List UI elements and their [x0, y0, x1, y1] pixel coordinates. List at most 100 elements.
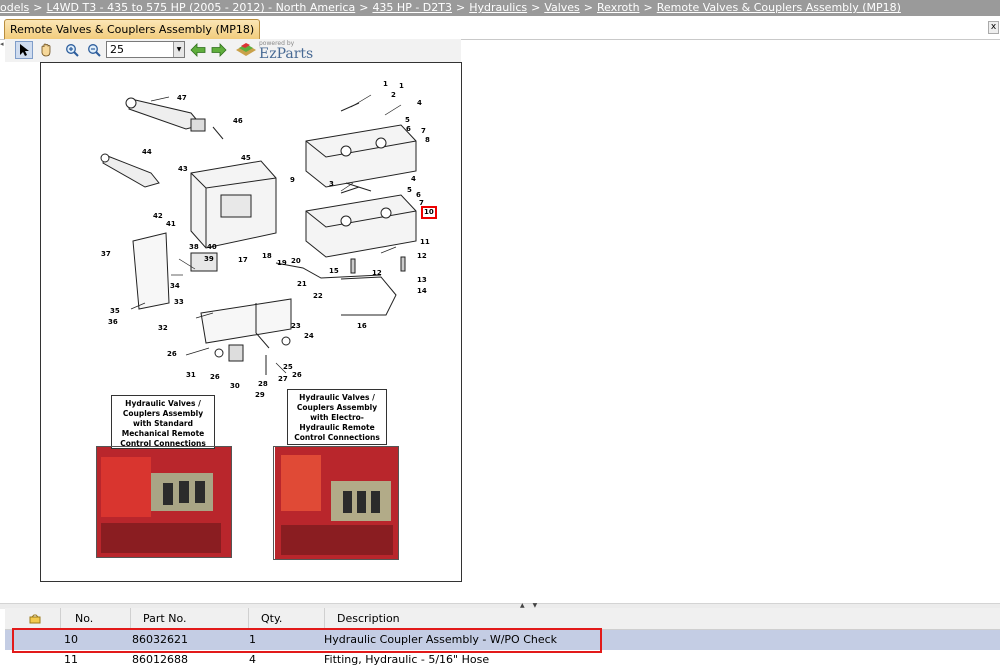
cell-qty: 4 — [249, 653, 256, 666]
breadcrumb-separator: > — [359, 1, 369, 14]
zoom-out-icon[interactable] — [85, 41, 103, 59]
part-label[interactable]: 26 — [210, 373, 220, 381]
part-label[interactable]: 34 — [170, 282, 180, 290]
breadcrumb-item[interactable]: odels — [0, 1, 29, 14]
part-label[interactable]: 23 — [291, 322, 301, 330]
part-label[interactable]: 30 — [230, 382, 240, 390]
part-label[interactable]: 3 — [329, 180, 334, 188]
column-header-description[interactable]: Description — [325, 608, 1000, 629]
part-label[interactable]: 13 — [417, 276, 427, 284]
photo-electro-hydraulic-valves — [273, 446, 399, 560]
cell-no: 11 — [64, 653, 78, 666]
part-label[interactable]: 6 — [406, 125, 411, 133]
part-label[interactable]: 21 — [297, 280, 307, 288]
breadcrumb-separator: > — [531, 1, 541, 14]
part-label[interactable]: 4 — [417, 99, 422, 107]
part-label[interactable]: 26 — [292, 371, 302, 379]
breadcrumb-item[interactable]: Valves — [544, 1, 579, 14]
part-label[interactable]: 9 — [290, 176, 295, 184]
part-label[interactable]: 2 — [391, 91, 396, 99]
part-label[interactable]: 7 — [421, 127, 426, 135]
part-label[interactable]: 20 — [291, 257, 301, 265]
callout-electro-hydraulic: Hydraulic Valves / Couplers Assembly wit… — [287, 389, 387, 445]
tab-strip: Remote Valves & Couplers Assembly (MP18)… — [0, 16, 1000, 40]
highlighted-part-label[interactable]: 10 — [421, 206, 437, 219]
part-label[interactable]: 39 — [204, 255, 214, 263]
parts-diagram[interactable]: 1 2 4 5 6 7 8 47 46 44 43 45 9 3 4 5 6 7… — [40, 62, 462, 582]
part-label[interactable]: 14 — [417, 287, 427, 295]
column-header-no[interactable]: No. — [61, 608, 131, 629]
part-label[interactable]: 22 — [313, 292, 323, 300]
part-label[interactable]: 12 — [417, 252, 427, 260]
breadcrumb-item[interactable]: 435 HP - D2T3 — [372, 1, 452, 14]
close-tab-icon[interactable]: x — [988, 21, 999, 34]
part-label[interactable]: 37 — [101, 250, 111, 258]
part-label[interactable]: 12 — [372, 269, 382, 277]
part-label[interactable]: 25 — [283, 363, 293, 371]
part-label[interactable]: 26 — [167, 350, 177, 358]
part-label[interactable]: 6 — [416, 191, 421, 199]
part-label[interactable]: 35 — [110, 307, 120, 315]
part-label[interactable]: 5 — [405, 116, 410, 124]
column-header-qty[interactable]: Qty. — [249, 608, 325, 629]
part-label[interactable]: 44 — [142, 148, 152, 156]
chevron-down-icon[interactable]: ▼ — [173, 42, 184, 57]
photo-mechanical-valves — [96, 446, 232, 558]
breadcrumb-item[interactable]: Remote Valves & Couplers Assembly (MP18) — [657, 1, 901, 14]
cart-icon — [29, 614, 41, 624]
viewer-toolbar: 25 ▼ powered by EzParts — [5, 39, 461, 62]
part-label[interactable]: 36 — [108, 318, 118, 326]
part-label[interactable]: 17 — [238, 256, 248, 264]
column-header-cart[interactable] — [5, 608, 61, 629]
table-row[interactable]: 11 86012688 4 Fitting, Hydraulic - 5/16"… — [5, 650, 1000, 670]
zoom-in-icon[interactable] — [63, 41, 81, 59]
part-label[interactable]: 45 — [241, 154, 251, 162]
breadcrumb-item[interactable]: Rexroth — [597, 1, 640, 14]
select-pointer-icon[interactable] — [15, 41, 33, 59]
part-label[interactable]: 27 — [278, 375, 288, 383]
cell-description: Fitting, Hydraulic - 5/16" Hose — [324, 653, 490, 666]
breadcrumb-separator: > — [643, 1, 653, 14]
tab-remote-valves[interactable]: Remote Valves & Couplers Assembly (MP18) — [4, 19, 261, 39]
zoom-level-value: 25 — [110, 43, 124, 56]
breadcrumb: odels > L4WD T3 - 435 to 575 HP (2005 - 20… — [0, 0, 1000, 16]
part-label[interactable]: 5 — [407, 186, 412, 194]
part-label[interactable]: 33 — [174, 298, 184, 306]
part-label[interactable]: 41 — [166, 220, 176, 228]
column-header-part-no[interactable]: Part No. — [131, 608, 249, 629]
ezparts-logo: powered by EzParts — [235, 40, 315, 62]
breadcrumb-item[interactable]: Hydraulics — [469, 1, 527, 14]
breadcrumb-item[interactable]: L4WD T3 - 435 to 575 HP (2005 - 2012) - … — [47, 1, 356, 14]
part-label[interactable]: 1 — [383, 80, 388, 88]
part-label[interactable]: 24 — [304, 332, 314, 340]
part-label[interactable]: 32 — [158, 324, 168, 332]
part-label[interactable]: 43 — [178, 165, 188, 173]
breadcrumb-separator: > — [583, 1, 594, 14]
selected-row-highlight — [12, 628, 602, 653]
back-arrow-icon[interactable] — [189, 41, 207, 59]
part-label[interactable]: 28 — [258, 380, 268, 388]
part-label[interactable]: 8 — [425, 136, 430, 144]
part-label[interactable]: 38 — [189, 243, 199, 251]
part-label[interactable]: 11 — [420, 238, 430, 246]
part-label[interactable]: 31 — [186, 371, 196, 379]
part-label[interactable]: 4 — [411, 175, 416, 183]
zoom-level-select[interactable]: 25 ▼ — [106, 41, 185, 58]
tab-label: Remote Valves & Couplers Assembly (MP18) — [10, 23, 255, 36]
part-label[interactable]: 16 — [357, 322, 367, 330]
ezparts-logo-icon — [236, 43, 256, 56]
grid-header: No. Part No. Qty. Description — [5, 608, 1000, 630]
part-label[interactable]: 1 — [399, 82, 404, 90]
part-label[interactable]: 29 — [255, 391, 265, 399]
part-label[interactable]: 18 — [262, 252, 272, 260]
logo-name: EzParts — [259, 46, 314, 62]
part-label[interactable]: 46 — [233, 117, 243, 125]
part-label[interactable]: 15 — [329, 267, 339, 275]
forward-arrow-icon[interactable] — [210, 41, 228, 59]
part-label[interactable]: 19 — [277, 259, 287, 267]
part-label[interactable]: 47 — [177, 94, 187, 102]
pan-hand-icon[interactable] — [37, 41, 55, 59]
part-label[interactable]: 40 — [207, 243, 217, 251]
part-label[interactable]: 42 — [153, 212, 163, 220]
callout-standard-mechanical: Hydraulic Valves / Couplers Assembly wit… — [111, 395, 215, 449]
